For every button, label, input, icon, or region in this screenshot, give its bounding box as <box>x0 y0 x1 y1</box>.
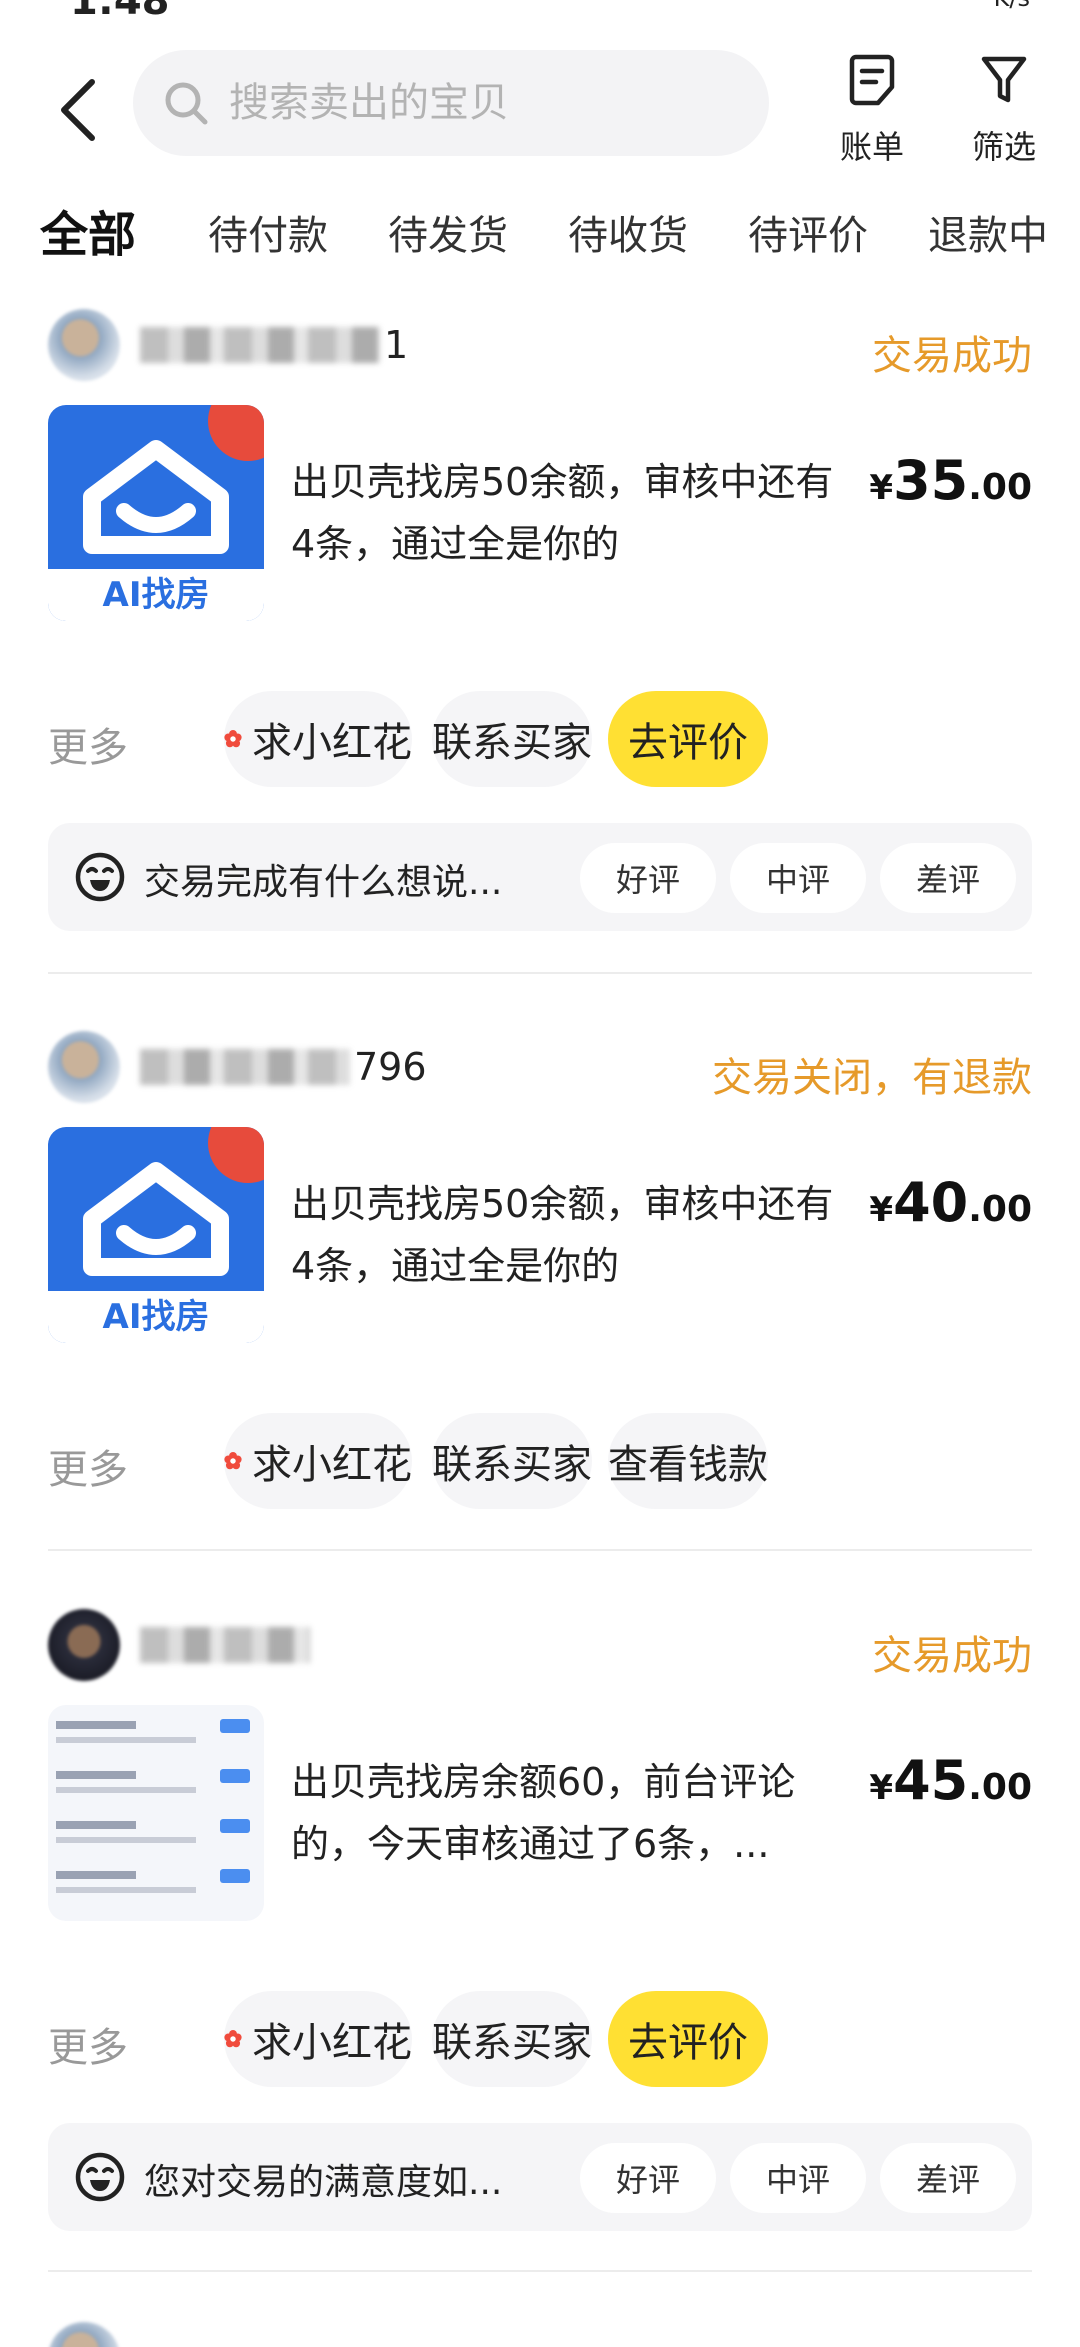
blurred-username <box>140 1627 310 1663</box>
tab-refunding[interactable]: 退款中 <box>928 203 1048 261</box>
write-review-button[interactable]: 去评价 <box>608 691 768 787</box>
review-question: 交易完成有什么想说... <box>144 862 503 903</box>
product-thumbnail: AI找房 <box>48 1127 264 1343</box>
request-flower-button[interactable]: 求小红花 <box>224 1413 412 1509</box>
search-icon <box>165 82 208 125</box>
bill-button[interactable]: 账单 <box>822 50 922 168</box>
product-row[interactable]: AI找房 出贝壳找房50余额，审核中还有4条，通过全是你的 ¥35.00 <box>48 405 1032 621</box>
house-logo-icon <box>83 1162 229 1276</box>
status-time: 1:48 <box>70 0 170 24</box>
flower-icon <box>224 730 242 748</box>
status-bar: 1:48 K/s <box>0 0 1080 26</box>
avatar <box>48 309 120 381</box>
divider <box>48 2270 1032 2272</box>
product-price: ¥40.00 <box>869 1171 1032 1234</box>
contact-buyer-button[interactable]: 联系买家 <box>432 1991 592 2087</box>
order-actions: 更多 求小红花 联系买家 查看钱款 <box>48 1413 1032 1509</box>
tab-all[interactable]: 全部 <box>40 195 137 265</box>
write-review-button[interactable]: 去评价 <box>608 1991 768 2087</box>
tab-pending-payment[interactable]: 待付款 <box>208 203 328 261</box>
avatar <box>48 1609 120 1681</box>
seller-info[interactable] <box>48 1605 314 1685</box>
avatar <box>48 2322 120 2347</box>
tab-pending-review[interactable]: 待评价 <box>748 203 868 261</box>
neutral-review-button[interactable]: 中评 <box>730 2143 866 2213</box>
flower-icon <box>224 2030 242 2048</box>
order-actions: 更多 求小红花 联系买家 去评价 <box>48 1991 1032 2087</box>
product-title: 出贝壳找房余额60，前台评论的，今天审核通过了6条，... <box>291 1760 796 1866</box>
blurred-username <box>140 327 380 363</box>
bad-review-button[interactable]: 差评 <box>880 843 1016 913</box>
bill-icon <box>849 54 895 106</box>
product-price: ¥35.00 <box>869 449 1032 512</box>
seller-name-tail: 1 <box>384 323 409 367</box>
product-title: 出贝壳找房50余额，审核中还有4条，通过全是你的 <box>291 1182 834 1288</box>
good-review-button[interactable]: 好评 <box>580 843 716 913</box>
request-flower-button[interactable]: 求小红花 <box>224 1991 412 2087</box>
order-status: 交易成功 <box>872 333 1032 379</box>
seller-info[interactable]: 1 <box>48 305 408 385</box>
order-tabs: 全部 待付款 待发货 待收货 待评价 退款中 <box>0 195 1080 275</box>
product-thumbnail: AI找房 <box>48 405 264 621</box>
order-status: 交易成功 <box>872 1633 1032 1679</box>
seller-info[interactable] <box>48 2318 120 2347</box>
seller-name-tail: 796 <box>354 1045 427 1089</box>
more-button[interactable]: 更多 <box>48 1437 128 1495</box>
tab-pending-shipment[interactable]: 待发货 <box>388 203 508 261</box>
search-input[interactable] <box>229 80 729 126</box>
product-title: 出贝壳找房50余额，审核中还有4条，通过全是你的 <box>291 460 834 566</box>
seller-info[interactable]: 796 <box>48 1027 427 1107</box>
review-prompt-bar: 交易完成有什么想说... 好评 中评 差评 <box>48 823 1032 931</box>
bad-review-button[interactable]: 差评 <box>880 2143 1016 2213</box>
thumbnail-caption: AI找房 <box>48 569 264 621</box>
product-price: ¥45.00 <box>869 1749 1032 1812</box>
divider <box>48 1549 1032 1551</box>
top-bar: 账单 筛选 <box>0 40 1080 170</box>
order-status: 交易关闭，有退款 <box>712 1055 1032 1101</box>
review-prompt-bar: 您对交易的满意度如... 好评 中评 差评 <box>48 2123 1032 2231</box>
filter-label: 筛选 <box>971 128 1036 166</box>
bill-label: 账单 <box>839 128 904 166</box>
happy-face-icon <box>75 2152 125 2202</box>
network-speed: K/s <box>994 0 1030 12</box>
filter-button[interactable]: 筛选 <box>954 50 1054 168</box>
back-button[interactable] <box>48 70 108 150</box>
flower-icon <box>224 1452 242 1470</box>
order-actions: 更多 求小红花 联系买家 去评价 <box>48 691 1032 787</box>
request-flower-button[interactable]: 求小红花 <box>224 691 412 787</box>
contact-buyer-button[interactable]: 联系买家 <box>432 691 592 787</box>
product-thumbnail <box>48 1705 264 1921</box>
thumbnail-caption: AI找房 <box>48 1291 264 1343</box>
avatar <box>48 1031 120 1103</box>
tab-pending-receipt[interactable]: 待收货 <box>568 203 688 261</box>
neutral-review-button[interactable]: 中评 <box>730 843 866 913</box>
happy-face-icon <box>75 852 125 902</box>
good-review-button[interactable]: 好评 <box>580 2143 716 2213</box>
filter-icon <box>981 56 1027 103</box>
house-logo-icon <box>83 440 229 554</box>
review-question: 您对交易的满意度如... <box>144 2162 503 2203</box>
search-bar[interactable] <box>133 50 769 156</box>
tab-all-label: 全部 <box>40 207 137 263</box>
product-row[interactable]: 出贝壳找房余额60，前台评论的，今天审核通过了6条，... ¥45.00 <box>48 1705 1032 1921</box>
divider <box>48 972 1032 974</box>
product-row[interactable]: AI找房 出贝壳找房50余额，审核中还有4条，通过全是你的 ¥40.00 <box>48 1127 1032 1343</box>
blurred-username <box>140 1049 350 1085</box>
more-button[interactable]: 更多 <box>48 715 128 773</box>
more-button[interactable]: 更多 <box>48 2015 128 2073</box>
contact-buyer-button[interactable]: 联系买家 <box>432 1413 592 1509</box>
chevron-left-icon <box>61 79 95 141</box>
view-funds-button[interactable]: 查看钱款 <box>608 1413 768 1509</box>
